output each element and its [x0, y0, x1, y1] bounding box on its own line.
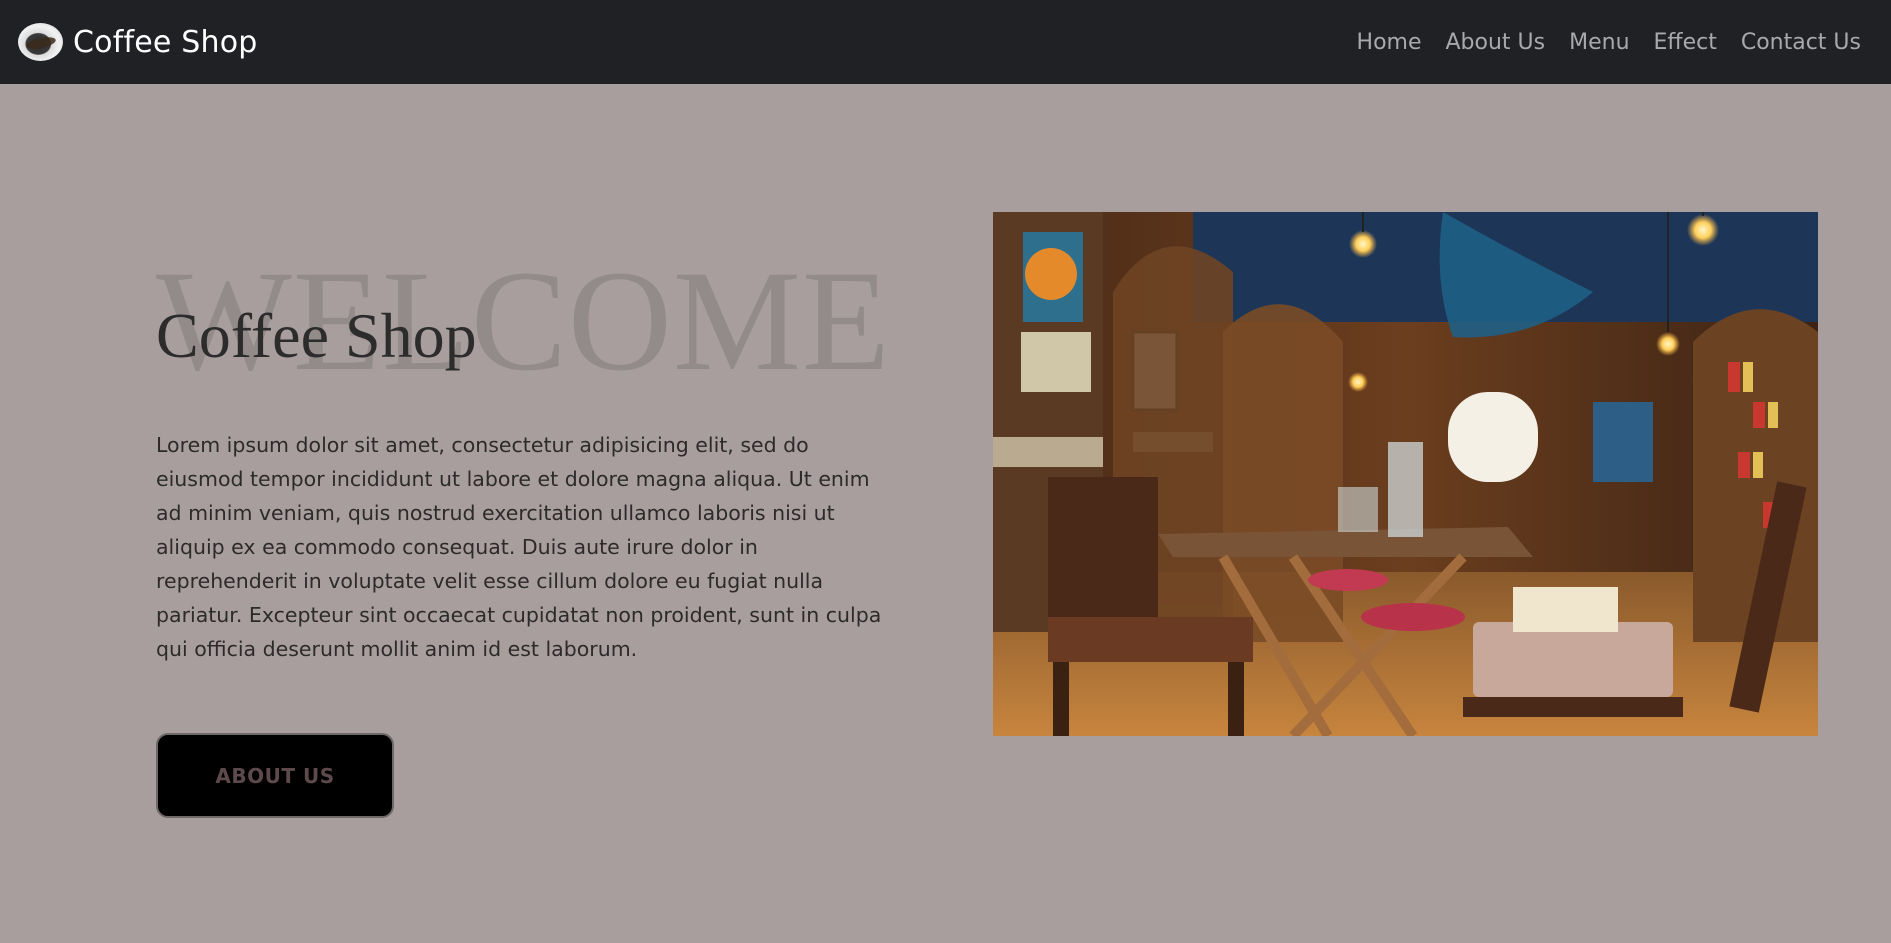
nav-link-about-us[interactable]: About Us [1446, 30, 1546, 55]
nav-link-contact-us[interactable]: Contact Us [1741, 30, 1861, 55]
cafe-interior-image [993, 212, 1818, 736]
navbar: Coffee Shop Home About Us Menu Effect Co… [0, 0, 1891, 84]
brand-link[interactable]: Coffee Shop [18, 23, 258, 61]
brand-name: Coffee Shop [73, 24, 258, 60]
nav-link-menu[interactable]: Menu [1569, 30, 1629, 55]
nav-link-home[interactable]: Home [1357, 30, 1422, 55]
hero-paragraph: Lorem ipsum dolor sit amet, consectetur … [156, 433, 882, 661]
coffee-cup-logo-icon [18, 23, 63, 61]
about-us-button[interactable]: ABOUT US [156, 733, 394, 818]
cafe-interior-illustration [993, 212, 1818, 736]
nav-link-effect[interactable]: Effect [1654, 30, 1717, 55]
nav-links: Home About Us Menu Effect Contact Us [1357, 30, 1873, 55]
hero-title: Coffee Shop [156, 300, 477, 371]
